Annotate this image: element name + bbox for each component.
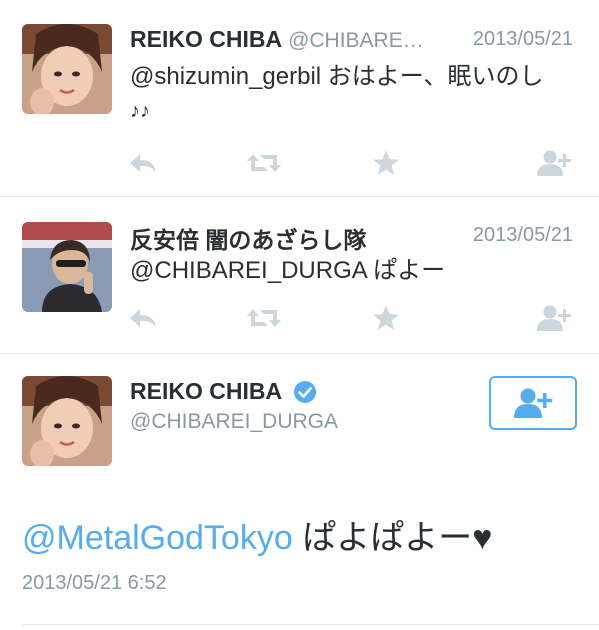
- avatar[interactable]: [22, 376, 112, 466]
- favorite-button[interactable]: [368, 303, 404, 333]
- tweet-text-line: @shizumin_gerbil おはよー、眠いのし: [130, 63, 544, 90]
- tweet-timestamp[interactable]: 2013/05/21 6:52: [22, 572, 167, 595]
- avatar[interactable]: [22, 24, 112, 114]
- tweet-time[interactable]: 2013/05/21: [473, 224, 573, 247]
- tweet-body-text: ぱよぱよー♥: [292, 519, 493, 557]
- tweet-text-line: ♪♪: [130, 100, 150, 122]
- favorite-button[interactable]: [368, 148, 404, 178]
- follow-button[interactable]: [536, 148, 572, 178]
- follow-button[interactable]: [536, 303, 572, 333]
- star-icon: [373, 150, 399, 175]
- tweet-1[interactable]: REIKO CHIBA @CHIBARE… 2013/05/21 @shizumi…: [0, 0, 599, 196]
- avatar-photo: [22, 24, 112, 114]
- add-user-icon: [537, 150, 571, 176]
- reply-button[interactable]: [125, 148, 161, 178]
- author-handle[interactable]: @CHIBAREI_DURGA: [130, 410, 338, 434]
- tweet-text-line: @CHIBAREI_DURGA ぱよー: [130, 257, 446, 284]
- tweet-text: @CHIBAREI_DURGA ぱよー: [130, 254, 577, 288]
- avatar[interactable]: [22, 222, 112, 312]
- tweet-2[interactable]: 反安倍 闇のあざらし隊 2013/05/21 @CHIBAREI_DURGA ぱ…: [0, 197, 599, 353]
- author-name[interactable]: REIKO CHIBA: [130, 26, 282, 52]
- tweet-time[interactable]: 2013/05/21: [473, 28, 573, 51]
- tweet-divider: [22, 624, 599, 625]
- avatar-photo: [22, 222, 112, 312]
- star-icon: [373, 305, 399, 330]
- mention-link[interactable]: @MetalGodTokyo: [22, 519, 293, 557]
- author-handle[interactable]: @CHIBARE…: [288, 29, 424, 52]
- avatar-photo: [22, 376, 112, 466]
- add-user-icon: [537, 305, 571, 331]
- tweet-text: @shizumin_gerbil おはよー、眠いのし ♪♪: [130, 60, 577, 128]
- author-name[interactable]: REIKO CHIBA: [130, 378, 282, 404]
- retweet-icon: [247, 309, 281, 327]
- reply-icon: [130, 154, 156, 172]
- retweet-icon: [247, 154, 281, 172]
- tweet-body: @MetalGodTokyo ぱよぱよー♥: [22, 510, 492, 559]
- verified-badge-icon: [293, 380, 317, 409]
- follow-button[interactable]: [489, 376, 577, 430]
- add-user-icon: [514, 388, 553, 418]
- reply-icon: [130, 309, 156, 327]
- author-name[interactable]: 反安倍 闇のあざらし隊: [130, 227, 366, 253]
- retweet-button[interactable]: [246, 148, 282, 178]
- reply-button[interactable]: [125, 303, 161, 333]
- retweet-button[interactable]: [246, 303, 282, 333]
